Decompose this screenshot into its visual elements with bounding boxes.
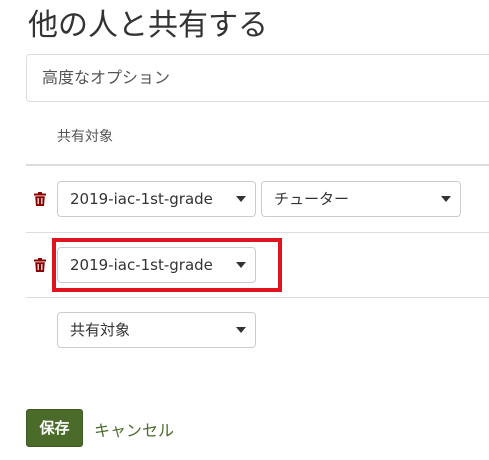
trash-icon[interactable] xyxy=(34,258,46,272)
new-share-target-select[interactable]: 共有対象 xyxy=(57,312,256,348)
share-target-select[interactable]: 2019-iac-1st-grade xyxy=(57,181,256,217)
save-button[interactable]: 保存 xyxy=(26,409,83,447)
trash-icon[interactable] xyxy=(34,192,46,206)
share-target-header: 共有対象 xyxy=(57,129,113,145)
table-divider xyxy=(26,164,489,166)
caret-down-icon xyxy=(236,262,246,268)
caret-down-icon xyxy=(441,196,451,202)
row-divider xyxy=(26,232,489,233)
caret-down-icon xyxy=(236,196,246,202)
cancel-link[interactable]: キャンセル xyxy=(94,417,174,441)
page-title: 他の人と共有する xyxy=(28,8,268,43)
new-share-target-value: 共有対象 xyxy=(70,321,131,339)
advanced-options-panel[interactable]: 高度なオプション xyxy=(26,54,489,102)
role-select[interactable]: チューター xyxy=(261,181,461,217)
advanced-options-label[interactable]: 高度なオプション xyxy=(42,55,170,101)
share-target-select[interactable]: 2019-iac-1st-grade xyxy=(57,247,256,283)
row-divider xyxy=(26,297,489,298)
share-target-value: 2019-iac-1st-grade xyxy=(70,190,213,208)
role-value: チューター xyxy=(274,190,350,208)
share-target-value: 2019-iac-1st-grade xyxy=(70,256,213,274)
caret-down-icon xyxy=(236,327,246,333)
